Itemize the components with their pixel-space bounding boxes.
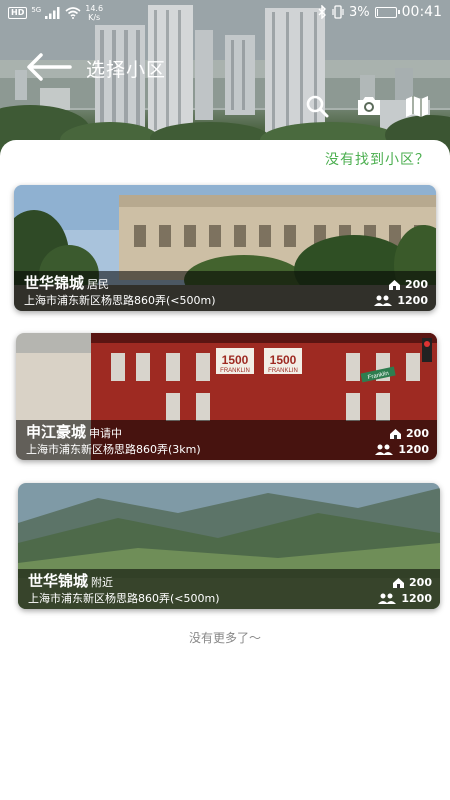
hd-badge: HD (8, 7, 28, 19)
community-card[interactable]: 世华锦城 附近 上海市浦东新区杨思路860弄(<500m) 200 1200 (18, 483, 440, 609)
home-icon (393, 577, 405, 588)
battery-icon (374, 6, 400, 18)
network-speed: 14.6 K/s (85, 4, 104, 22)
signal-type: 5G (31, 6, 42, 14)
community-card[interactable]: 1500 1500 FRANKLIN FRANKLIN Franklin 申江豪… (16, 333, 437, 460)
building-sign-text: FRANKLIN (220, 368, 250, 374)
homes-count: 200 (392, 576, 432, 589)
not-found-link[interactable]: 没有找到小区？ (325, 149, 430, 169)
people-icon (374, 295, 393, 306)
camera-icon[interactable] (356, 94, 382, 118)
community-card[interactable]: 世华锦城 居民 上海市浦东新区杨思路860弄(<500m) 200 1200 (14, 185, 436, 311)
arrow-left-icon[interactable] (24, 52, 72, 82)
people-icon (375, 444, 394, 455)
home-icon (389, 279, 401, 290)
clock: 00:41 (401, 4, 442, 20)
people-icon (378, 593, 397, 604)
map-icon[interactable] (404, 94, 430, 118)
homes-count: 200 (388, 278, 428, 291)
community-name: 申江豪城 申请中 (26, 423, 123, 441)
community-name: 世华锦城 附近 (28, 572, 114, 590)
community-tag: 附近 (91, 576, 114, 589)
community-tag: 申请中 (89, 427, 123, 440)
page-title: 选择小区 (86, 59, 167, 81)
community-address: 上海市浦东新区杨思路860弄(<500m) (24, 294, 216, 307)
building-sign-number: 1500 (270, 353, 297, 367)
people-count: 1200 (374, 443, 429, 456)
building-sign-text: FRANKLIN (268, 368, 298, 374)
header-banner: HD 5G 14.6 K/s 3% 00:41 选择小区 (0, 0, 450, 160)
community-name: 世华锦城 居民 (24, 274, 110, 292)
battery-percent: 3% (349, 4, 370, 20)
community-address: 上海市浦东新区杨思路860弄(<500m) (28, 592, 220, 605)
bluetooth-icon (318, 5, 327, 19)
community-address: 上海市浦东新区杨思路860弄(3km) (26, 443, 201, 456)
people-count: 1200 (377, 592, 432, 605)
search-icon[interactable] (305, 94, 331, 118)
wifi-icon (65, 7, 81, 19)
people-count: 1200 (373, 294, 428, 307)
building-sign-number: 1500 (222, 353, 249, 367)
homes-count: 200 (389, 427, 429, 440)
list-end-text: 没有更多了～ (188, 631, 261, 645)
community-list-panel: 没有找到小区？ 世华锦城 居民 上海市浦东新区杨思路860弄(<500m) 20… (0, 140, 450, 800)
vibrate-icon (332, 5, 344, 19)
cell-signal-icon (45, 7, 60, 19)
home-icon (390, 428, 402, 439)
community-tag: 居民 (87, 278, 110, 291)
status-bar: HD 5G 14.6 K/s 3% 00:41 (0, 0, 450, 26)
